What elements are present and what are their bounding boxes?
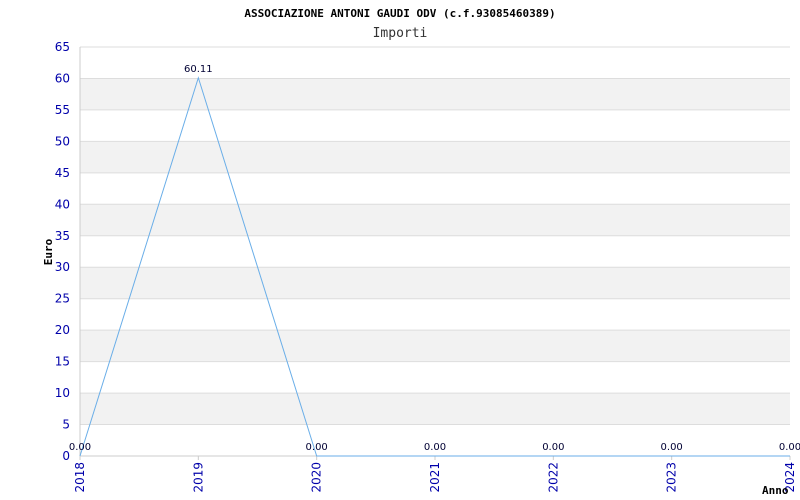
y-tick-label: 40 [55,197,70,211]
data-label: 0.00 [306,442,328,453]
grid-band [80,141,790,173]
data-label: 0.00 [69,442,91,453]
chart-title: ASSOCIAZIONE ANTONI GAUDI ODV (c.f.93085… [244,7,555,20]
data-label: 0.00 [424,442,446,453]
y-tick-label: 60 [55,71,70,85]
data-label: 60.11 [184,64,213,75]
y-tick-label: 55 [55,103,70,117]
data-label: 0.00 [661,442,683,453]
grid-band [80,204,790,236]
y-tick-label: 5 [62,418,70,432]
grid-band [80,267,790,299]
y-tick-label: 10 [55,386,70,400]
line-chart: 05101520253035404550556065 2018 2019 2020 2… [42,7,800,497]
chart-subtitle: Importi [373,26,428,41]
y-tick-label: 50 [55,134,70,148]
x-tick-labels: 2018 2019 2020 2021 2022 2023 2024 [73,456,797,493]
x-tick-label: 2019 [191,462,205,493]
y-tick-label: 35 [55,229,70,243]
y-tick-label: 25 [55,292,70,306]
x-tick-label: 2018 [73,462,87,493]
data-label: 0.00 [779,442,800,453]
x-tick-label: 2023 [665,462,679,493]
y-tick-label: 20 [55,323,70,337]
plot-bands [80,78,790,425]
x-tick-label: 2021 [428,462,442,493]
x-tick-label: 2022 [546,462,560,493]
grid-band [80,78,790,110]
x-axis-label: Anno [762,484,789,497]
y-tick-label: 65 [55,40,70,54]
x-tick-label: 2020 [310,462,324,493]
y-tick-label: 15 [55,355,70,369]
grid-band [80,330,790,362]
y-tick-label: 30 [55,260,70,274]
y-tick-labels: 05101520253035404550556065 [55,40,70,463]
grid-band [80,393,790,425]
y-tick-label: 45 [55,166,70,180]
data-label: 0.00 [542,442,564,453]
y-axis-label: Euro [42,238,55,265]
